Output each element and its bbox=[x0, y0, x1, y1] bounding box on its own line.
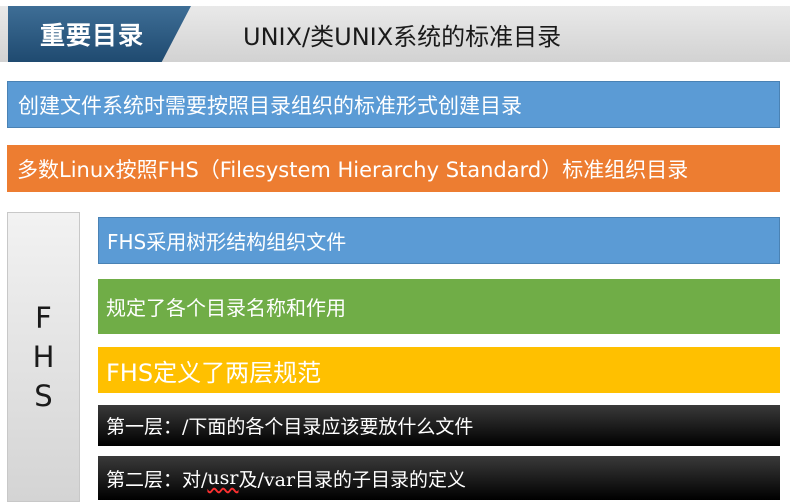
fhs-level-1: 第一层：/下面的各个目录应该要放什么文件 bbox=[98, 405, 780, 446]
fhs-level-2: 第二层：对/usr 及/var目录的子目录的定义 bbox=[98, 456, 780, 500]
section-tag: 重要目录 bbox=[8, 6, 191, 62]
fhs-level-2-suffix: 及/var目录的子目录的定义 bbox=[238, 468, 467, 491]
fhs-item-tree: FHS采用树形结构组织文件 bbox=[98, 217, 780, 264]
fhs-item-two-levels: FHS定义了两层规范 bbox=[98, 347, 780, 393]
fhs-item-names: 规定了各个目录名称和作用 bbox=[98, 279, 780, 334]
point-fhs-standard: 多数Linux按照FHS（Filesystem Hierarchy Standa… bbox=[7, 145, 780, 192]
fhs-level-2-prefix: 第二层：对/ bbox=[106, 468, 208, 491]
fhs-level-2-usr: usr bbox=[207, 467, 239, 489]
fhs-side-panel: F H S bbox=[7, 212, 80, 502]
fhs-side-label: F H S bbox=[32, 300, 55, 413]
point-create-dirs: 创建文件系统时需要按照目录组织的标准形式创建目录 bbox=[7, 81, 780, 128]
slide-title: UNIX/类UNIX系统的标准目录 bbox=[243, 22, 562, 51]
